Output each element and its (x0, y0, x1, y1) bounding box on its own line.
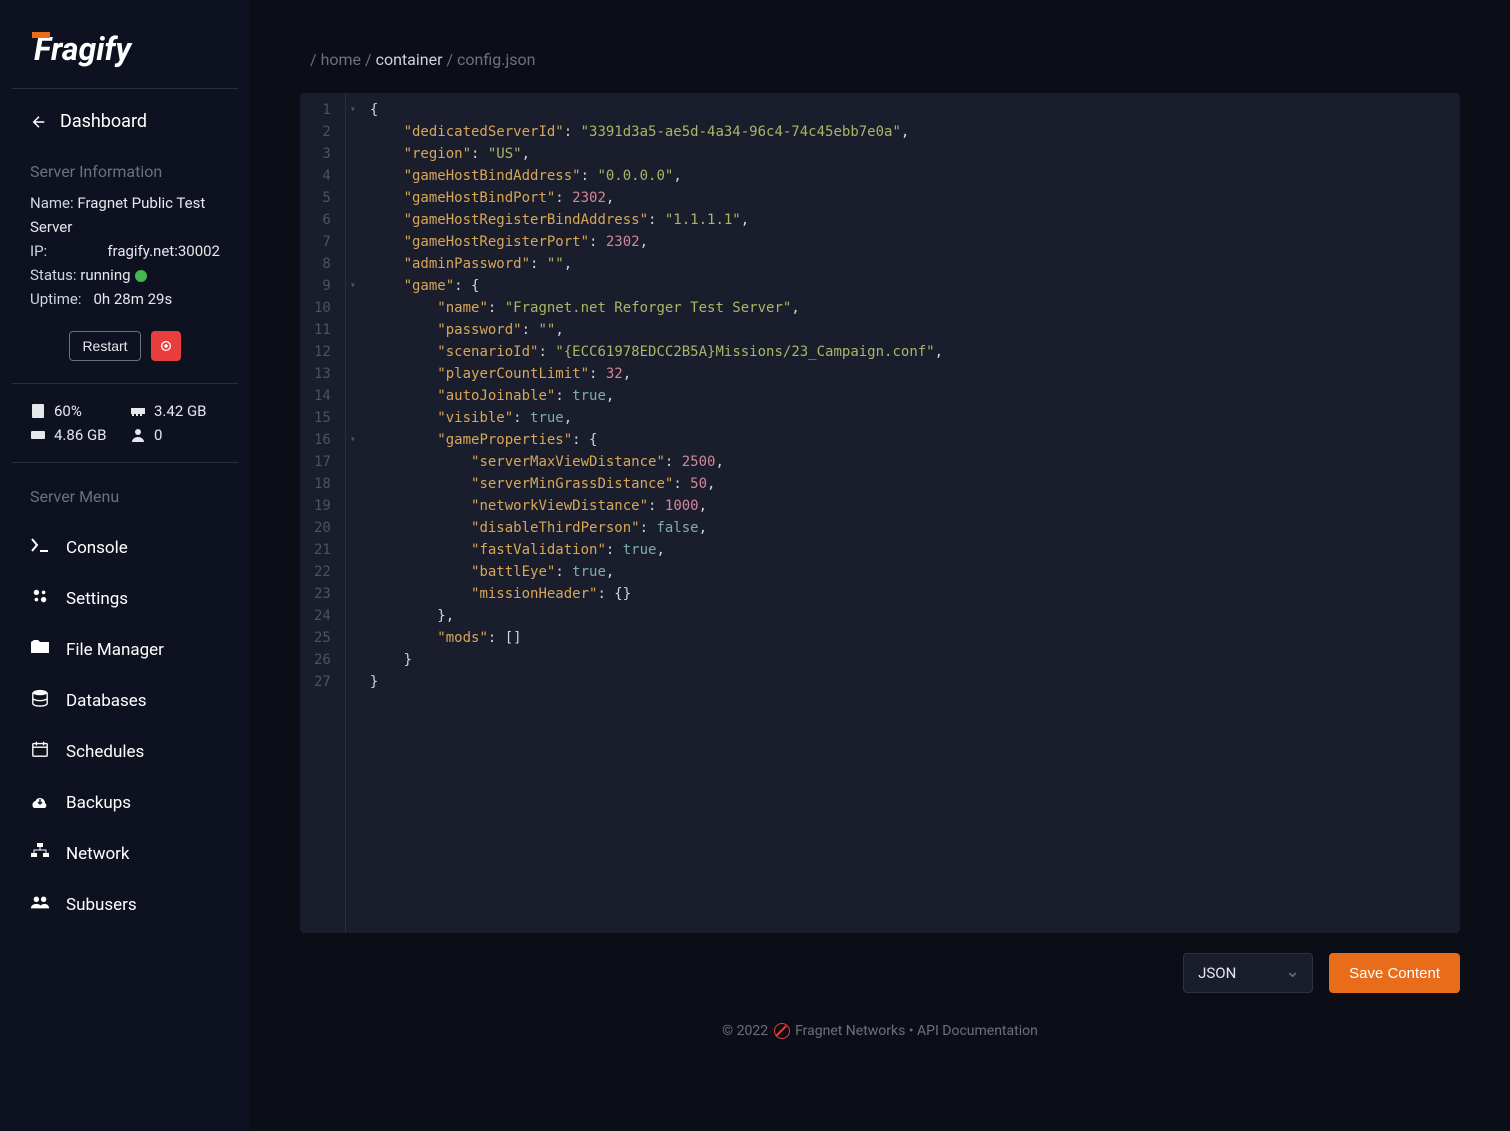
backups-icon (30, 791, 50, 814)
save-content-button[interactable]: Save Content (1329, 953, 1460, 993)
breadcrumb-home[interactable]: home (321, 50, 361, 69)
arrow-left-icon (30, 113, 48, 131)
status-value: running (80, 266, 130, 284)
footer: © 2022 Fragnet Networks • API Documentat… (300, 1013, 1460, 1059)
menu-item-settings[interactable]: Settings (12, 573, 238, 624)
menu-item-network[interactable]: Network (12, 828, 238, 879)
ram-stat: 3.42 GB (130, 402, 220, 420)
ip-label: IP: (30, 239, 47, 263)
stats-panel: 60% 3.42 GB 4.86 GB 0 (12, 390, 238, 456)
code-area[interactable]: { "dedicatedServerId": "3391d3a5-ae5d-4a… (360, 93, 953, 933)
status-dot-icon (135, 270, 147, 282)
user-icon (130, 427, 146, 443)
breadcrumb-container[interactable]: container (376, 50, 443, 69)
server-menu: Console Settings File Manager Databases Sche… (12, 516, 238, 936)
players-stat: 0 (130, 426, 220, 444)
disk-icon (30, 427, 46, 443)
subusers-icon (30, 893, 50, 916)
disk-stat: 4.86 GB (30, 426, 120, 444)
dashboard-label: Dashboard (60, 111, 147, 132)
network-icon (30, 842, 50, 865)
name-label: Name: (30, 194, 74, 212)
breadcrumb-file: config.json (457, 50, 535, 69)
settings-icon (30, 587, 50, 610)
fold-column[interactable]: ▾▾▾ (346, 93, 360, 933)
menu-label: Console (66, 538, 128, 558)
restart-button[interactable]: Restart (69, 331, 140, 361)
menu-item-databases[interactable]: Databases (12, 675, 238, 726)
uptime-value: 0h 28m 29s (93, 287, 172, 311)
record-icon (159, 339, 173, 353)
main-content: / home / container / config.json 1234567… (250, 0, 1510, 1131)
sidebar: Fragify Dashboard Server Information Nam… (0, 0, 250, 1131)
code-editor[interactable]: 1234567891011121314151617181920212223242… (300, 93, 1460, 933)
server-menu-title: Server Menu (12, 469, 238, 516)
cpu-stat: 60% (30, 402, 120, 420)
menu-label: Subusers (66, 895, 137, 915)
stop-button[interactable] (151, 331, 181, 361)
logo-text: ragify (51, 30, 131, 68)
cpu-icon (30, 403, 46, 419)
menu-item-subusers[interactable]: Subusers (12, 879, 238, 930)
api-docs-link[interactable]: API Documentation (917, 1023, 1038, 1039)
breadcrumb: / home / container / config.json (300, 30, 1460, 93)
menu-label: Databases (66, 691, 147, 711)
line-gutter: 1234567891011121314151617181920212223242… (300, 93, 346, 933)
menu-item-backups[interactable]: Backups (12, 777, 238, 828)
fragnet-icon (774, 1023, 790, 1039)
menu-item-console[interactable]: Console (12, 522, 238, 573)
ip-value: fragify.net:30002 (107, 239, 220, 263)
file-manager-icon (30, 638, 50, 661)
footer-brand[interactable]: Fragnet Networks (795, 1023, 905, 1039)
menu-label: Network (66, 844, 130, 864)
menu-label: Backups (66, 793, 131, 813)
menu-label: Schedules (66, 742, 144, 762)
menu-label: Settings (66, 589, 128, 609)
menu-item-schedules[interactable]: Schedules (12, 726, 238, 777)
menu-item-file-manager[interactable]: File Manager (12, 624, 238, 675)
databases-icon (30, 689, 50, 712)
logo: Fragify (12, 20, 238, 89)
menu-label: File Manager (66, 640, 164, 660)
server-info-title: Server Information (12, 144, 238, 191)
status-label: Status: (30, 266, 77, 284)
dashboard-link[interactable]: Dashboard (12, 99, 238, 144)
uptime-label: Uptime: (30, 287, 81, 311)
logo-accent-bar (32, 32, 50, 38)
server-info: Name: Fragnet Public Test Server IP:frag… (12, 191, 238, 327)
format-select[interactable]: JSON (1183, 953, 1313, 993)
console-icon (30, 536, 50, 559)
memory-icon (130, 403, 146, 419)
schedules-icon (30, 740, 50, 763)
